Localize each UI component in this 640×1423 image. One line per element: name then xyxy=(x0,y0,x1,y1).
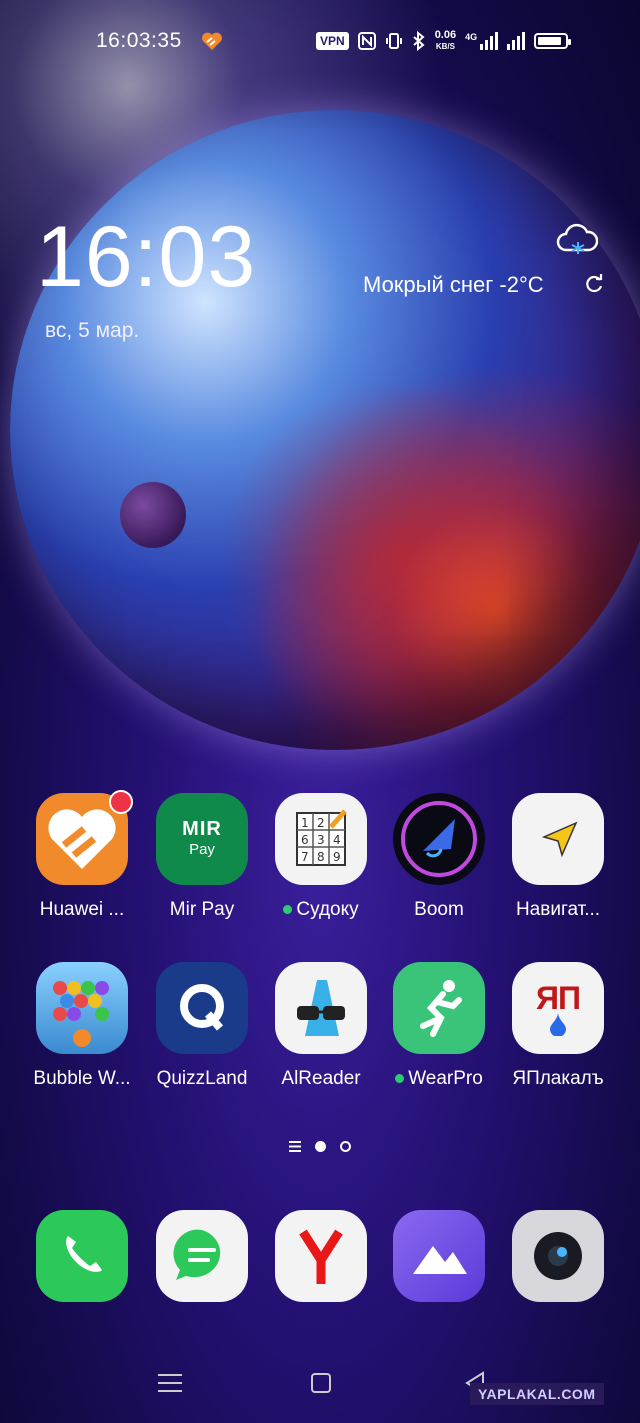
app-label: Huawei ... xyxy=(39,899,125,920)
signal-4g-icon: 4G xyxy=(465,32,499,50)
app-label: ЯПлакалъ xyxy=(512,1068,604,1089)
dock-yandex[interactable] xyxy=(261,1210,381,1302)
network-speed: 0.06 KB/S xyxy=(435,30,456,52)
dock-camera[interactable] xyxy=(498,1210,618,1302)
app-boom[interactable]: Boom xyxy=(379,793,499,921)
watermark: YAPLAKAL.COM xyxy=(470,1383,604,1405)
navigator-icon[interactable] xyxy=(512,793,604,885)
battery-icon xyxy=(534,33,572,49)
status-icons: VPN 0.06 KB/S 4G xyxy=(316,28,572,54)
app-label: Bubble W... xyxy=(33,1068,131,1089)
svg-text:9: 9 xyxy=(333,850,341,864)
status-bar: 16:03:35 VPN 0.06 KB/S 4G xyxy=(0,0,640,80)
phone-icon[interactable] xyxy=(36,1210,128,1302)
app-huawei-health[interactable]: Huawei ... xyxy=(22,790,142,921)
boom-icon[interactable] xyxy=(393,793,485,885)
dock-messages[interactable] xyxy=(142,1210,262,1302)
svg-text:4: 4 xyxy=(333,833,341,847)
menu-nav-icon[interactable] xyxy=(155,1368,185,1398)
svg-text:1: 1 xyxy=(301,816,309,830)
app-label-text: WearPro xyxy=(408,1068,483,1089)
app-navigator[interactable]: Навигат... xyxy=(498,793,618,921)
app-sudoku[interactable]: 1 2 6 3 4 7 8 9 Судоку xyxy=(261,793,381,921)
clock-widget-date[interactable]: вс, 5 мар. xyxy=(45,319,139,343)
yaplakal-logo: ЯП xyxy=(536,980,581,1016)
vibrate-icon xyxy=(385,33,402,49)
app-label: Навигат... xyxy=(515,899,601,920)
wallpaper-moon xyxy=(120,482,186,548)
clock-widget-time[interactable]: 16:03 xyxy=(36,212,256,302)
signal-icon xyxy=(507,32,526,50)
app-alreader[interactable]: AlReader xyxy=(261,962,381,1090)
bubble-shooter-icon[interactable] xyxy=(36,962,128,1054)
refresh-icon[interactable] xyxy=(584,274,604,294)
svg-text:7: 7 xyxy=(301,850,309,864)
yaplakal-icon[interactable]: ЯП xyxy=(512,962,604,1054)
network-type: 4G xyxy=(465,32,478,42)
app-drawer-list-icon[interactable] xyxy=(289,1141,301,1152)
page-indicator[interactable] xyxy=(289,1141,351,1152)
app-label: AlReader xyxy=(281,1068,361,1089)
app-wearpro[interactable]: WearPro xyxy=(379,962,499,1090)
wallpaper-planet xyxy=(10,110,640,750)
gallery-icon[interactable] xyxy=(393,1210,485,1302)
health-notification-icon xyxy=(202,32,222,50)
messages-icon[interactable] xyxy=(156,1210,248,1302)
new-app-dot xyxy=(395,1074,405,1084)
weather-text[interactable]: Мокрый снег -2°C xyxy=(363,272,544,298)
mir-pay-logo: MIR xyxy=(182,818,222,840)
svg-text:2: 2 xyxy=(317,816,325,830)
bluetooth-icon xyxy=(413,31,425,51)
mir-pay-logo-sub: Pay xyxy=(189,841,215,858)
app-label: WearPro xyxy=(379,1068,499,1090)
dock-phone[interactable] xyxy=(22,1210,142,1302)
quizzland-icon[interactable] xyxy=(156,962,248,1054)
network-speed-unit: KB/S xyxy=(435,42,455,51)
home-nav-icon[interactable] xyxy=(306,1368,336,1398)
camera-icon[interactable] xyxy=(512,1210,604,1302)
vpn-badge: VPN xyxy=(316,32,349,50)
page-dot[interactable] xyxy=(340,1141,351,1152)
battery-level xyxy=(538,37,562,45)
sudoku-icon[interactable]: 1 2 6 3 4 7 8 9 xyxy=(275,793,367,885)
app-bubble-shooter[interactable]: Bubble W... xyxy=(22,962,142,1090)
cloud-snow-icon[interactable] xyxy=(556,222,598,258)
app-label: Судоку xyxy=(261,899,381,921)
app-label: QuizzLand xyxy=(156,1068,248,1089)
svg-text:3: 3 xyxy=(317,833,325,847)
svg-text:6: 6 xyxy=(301,833,309,847)
network-speed-value: 0.06 xyxy=(434,29,457,41)
app-mir-pay[interactable]: MIR Pay Mir Pay xyxy=(142,793,262,921)
page-dot-active[interactable] xyxy=(315,1141,326,1152)
svg-text:8: 8 xyxy=(317,850,325,864)
status-time: 16:03:35 xyxy=(96,29,182,52)
new-app-dot xyxy=(283,905,293,915)
alreader-icon[interactable] xyxy=(275,962,367,1054)
notification-badge xyxy=(109,790,133,814)
app-yaplakal[interactable]: ЯП ЯПлакалъ xyxy=(498,962,618,1090)
mir-pay-icon[interactable]: MIR Pay xyxy=(156,793,248,885)
yandex-icon[interactable] xyxy=(275,1210,367,1302)
app-label: Mir Pay xyxy=(169,899,235,920)
dock-gallery[interactable] xyxy=(379,1210,499,1302)
app-quizzland[interactable]: QuizzLand xyxy=(142,962,262,1090)
wearpro-icon[interactable] xyxy=(393,962,485,1054)
nfc-icon xyxy=(357,32,376,50)
app-label-text: Судоку xyxy=(296,899,359,920)
app-label: Boom xyxy=(414,899,464,920)
